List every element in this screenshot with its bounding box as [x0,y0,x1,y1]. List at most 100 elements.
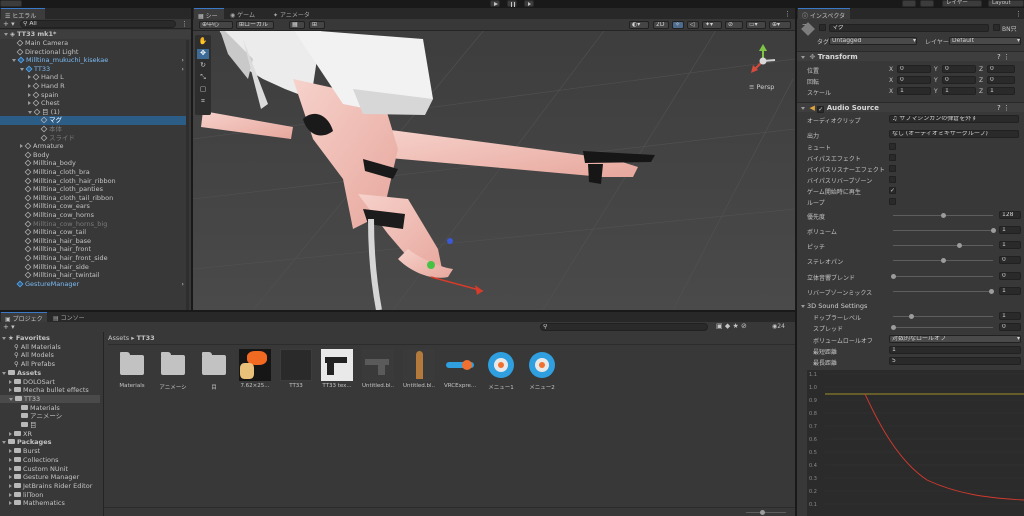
play-button[interactable] [490,0,500,7]
static-checkbox[interactable] [993,24,1000,31]
asset-item[interactable]: TT33 tex... [321,349,353,389]
min-distance-input[interactable]: 1 [889,346,1021,354]
asset-item[interactable]: メニュー2 [526,349,558,391]
hierarchy-item[interactable]: GestureManager › [0,280,186,289]
project-add-button[interactable]: + ▾ [3,323,15,331]
project-tree-item[interactable]: Mecha bullet effects [0,386,100,394]
scene-root[interactable]: ◈ TT33 mk1* [0,30,191,39]
project-tree-item[interactable]: Burst [0,447,100,455]
tree-arrow-icon[interactable] [9,397,13,401]
tab-game[interactable]: ◉ ゲーム [226,8,262,19]
project-tree-item[interactable]: XR [0,430,100,438]
collapsed-arrow-icon[interactable] [28,101,31,106]
collapse-arrow-icon[interactable] [801,305,805,308]
shading-mode-button[interactable]: ◐▾ [629,21,649,29]
rotation-z-input[interactable]: 0 [987,76,1015,84]
collapsed-arrow-icon[interactable] [28,84,31,88]
tree-arrow-icon[interactable] [9,483,12,488]
spatial-input[interactable]: 0 [999,272,1021,280]
scene-camera-button[interactable]: ▭▾ [746,21,766,29]
asset-item[interactable]: Untitled.bl... [362,349,394,389]
priority-slider-knob[interactable] [941,213,946,218]
hierarchy-options-icon[interactable]: ⋮ [181,20,188,28]
breadcrumb-root[interactable]: Assets [108,334,129,342]
pause-button[interactable] [507,0,517,7]
asset-item[interactable]: 7.62×25... [239,349,271,389]
expanded-arrow-icon[interactable] [28,110,32,114]
layers-dropdown[interactable]: レイヤー [942,0,982,7]
lighting-toggle[interactable]: ✧ [672,21,684,29]
collapse-arrow-icon[interactable] [801,56,805,59]
project-tree-item[interactable]: Gesture Manager [0,473,100,481]
spatial-slider[interactable] [891,274,993,279]
tag-dropdown[interactable]: Untagged ▾ [829,37,917,45]
step-button[interactable] [524,0,534,7]
object-name-input[interactable]: マグ [829,24,989,32]
project-tree-item[interactable]: Collections [0,456,100,464]
expanded-arrow-icon[interactable] [12,59,16,63]
volume-input[interactable]: 1 [999,226,1021,234]
spread-slider[interactable] [891,325,993,330]
prefab-open-icon[interactable]: › [181,280,184,289]
volume-slider-knob[interactable] [991,228,996,233]
object-active-checkbox[interactable] [819,24,826,31]
rotation-x-input[interactable]: 0 [897,76,931,84]
icon-size-slider[interactable] [746,510,786,515]
collapsed-arrow-icon[interactable] [28,75,31,80]
gizmo-y-handle[interactable] [427,261,435,269]
project-tree-item[interactable]: ⚲ All Materials [0,343,100,351]
rect-tool-button[interactable]: ▢ [197,85,209,95]
bypass-listener-checkbox[interactable] [889,165,896,172]
bypass-reverb-checkbox[interactable] [889,176,896,183]
collapse-arrow-icon[interactable] [801,107,805,110]
pivot-dropdown[interactable]: ⊕中心 [199,21,233,29]
output-field[interactable]: なし (オーディオミキサーグループ) [889,130,1019,138]
tree-arrow-icon[interactable] [2,337,6,340]
reverb-slider-knob[interactable] [989,289,994,294]
audio-enabled-checkbox[interactable]: ✓ [817,106,825,113]
position-y-input[interactable]: 0 [942,65,976,73]
asset-item[interactable]: Materials [116,349,148,389]
expand-arrow-icon[interactable] [4,33,8,36]
hierarchy-scrollbar[interactable] [186,40,189,310]
grid-snap-button[interactable]: ▦ [289,21,305,29]
play-on-awake-checkbox[interactable]: ✓ [889,187,896,194]
scene-view[interactable]: ⊕中心 ⊞ローカル ▦ ⊞ ◐▾ 2D ✧ ◁ ✦▾ ⊘ ▭▾ ⊕▾ ✋ ✥ ↻… [193,19,795,310]
bypass-effects-checkbox[interactable] [889,154,896,161]
loop-checkbox[interactable] [889,198,896,205]
sound3d-header[interactable]: 3D Sound Settings [801,302,867,310]
tree-arrow-icon[interactable] [9,388,12,393]
mute-checkbox[interactable] [889,143,896,150]
tab-scene[interactable]: ▦ シーン [194,8,224,29]
scale-tool-button[interactable]: ⤡ [197,73,209,83]
reverb-input[interactable]: 1 [999,287,1021,295]
position-z-input[interactable]: 0 [987,65,1015,73]
space-dropdown[interactable]: ⊞ローカル [236,21,274,29]
project-tree-item[interactable]: JetBrains Rider Editor [0,482,100,490]
max-distance-input[interactable]: 5 [889,357,1021,365]
tab-inspector[interactable]: ⓘ インスペクター [798,8,850,29]
asset-item[interactable]: アニメーシ [157,349,189,391]
help-icon[interactable]: ? ⋮ [997,103,1010,113]
transform-tool-button[interactable]: ⌗ [197,97,209,107]
project-tree-item[interactable]: 目 [0,421,100,429]
tab-console[interactable]: ▤ コンソール [49,312,89,331]
project-tree-item[interactable]: アニメーシ [0,412,100,420]
projection-label[interactable]: ≡ Persp [749,83,774,91]
expanded-arrow-icon[interactable] [20,67,24,71]
tree-arrow-icon[interactable] [2,441,6,445]
tab-animator[interactable]: ✦ アニメーター [269,8,319,28]
project-tree-section[interactable]: Assets [0,369,100,377]
project-tree-item[interactable]: ⚲ All Prefabs [0,360,100,368]
snap-increment-button[interactable]: ⊞ [309,21,325,29]
gizmo-z-handle[interactable] [447,238,453,244]
collab-button[interactable] [902,0,916,7]
effects-toggle[interactable]: ✦▾ [702,21,722,29]
spatial-slider-knob[interactable] [891,274,896,279]
project-tree-item[interactable]: ⚲ All Models [0,351,100,359]
pitch-input[interactable]: 1 [999,241,1021,249]
stereo-slider[interactable] [893,258,993,263]
project-filter-icons[interactable]: ▣ ◆ ★ ⊘ [716,322,747,330]
account-button[interactable] [0,0,22,7]
priority-slider[interactable] [893,213,993,218]
